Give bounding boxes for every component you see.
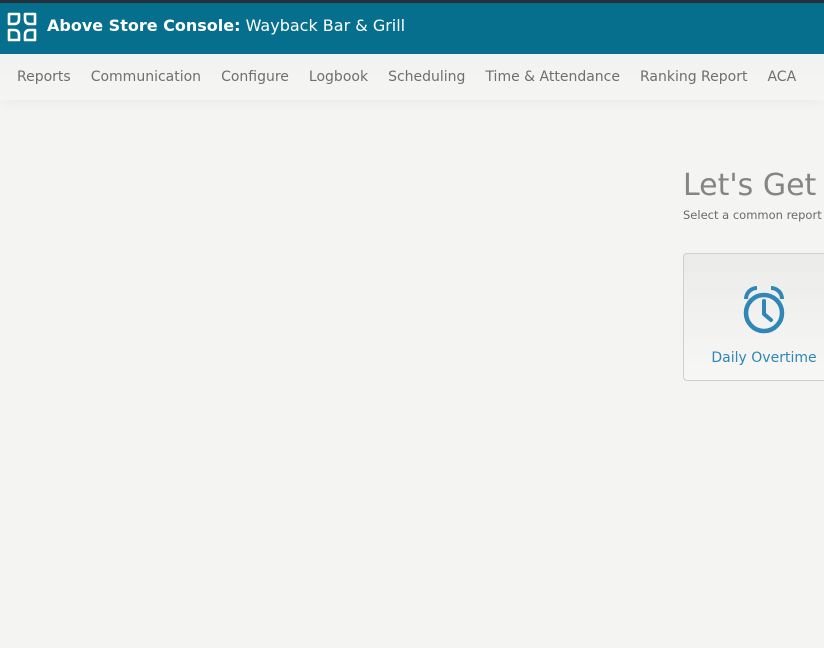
page-subtitle: Select a common report b <box>683 208 824 222</box>
app-header: Above Store Console: Wayback Bar & Grill <box>0 3 824 54</box>
main-nav: Reports Communication Configure Logbook … <box>0 54 824 100</box>
nav-ranking-report[interactable]: Ranking Report <box>630 69 758 85</box>
alarm-clock-icon <box>743 286 785 334</box>
nav-reports[interactable]: Reports <box>7 69 81 85</box>
daily-overtime-label: Daily Overtime <box>711 350 817 366</box>
nav-aca[interactable]: ACA <box>757 69 806 85</box>
nav-communication[interactable]: Communication <box>81 69 211 85</box>
app-logo-icon <box>7 12 37 42</box>
nav-configure[interactable]: Configure <box>211 69 299 85</box>
nav-scheduling[interactable]: Scheduling <box>378 69 475 85</box>
daily-overtime-report-card[interactable]: Daily Overtime <box>683 253 824 381</box>
store-name[interactable]: Wayback Bar & Grill <box>246 16 406 35</box>
page-title: Let's Get S <box>683 168 824 203</box>
nav-time-attendance[interactable]: Time & Attendance <box>475 69 630 85</box>
app-title: Above Store Console: Wayback Bar & Grill <box>47 16 405 36</box>
nav-logbook[interactable]: Logbook <box>299 69 378 85</box>
app-name: Above Store Console: <box>47 16 241 35</box>
